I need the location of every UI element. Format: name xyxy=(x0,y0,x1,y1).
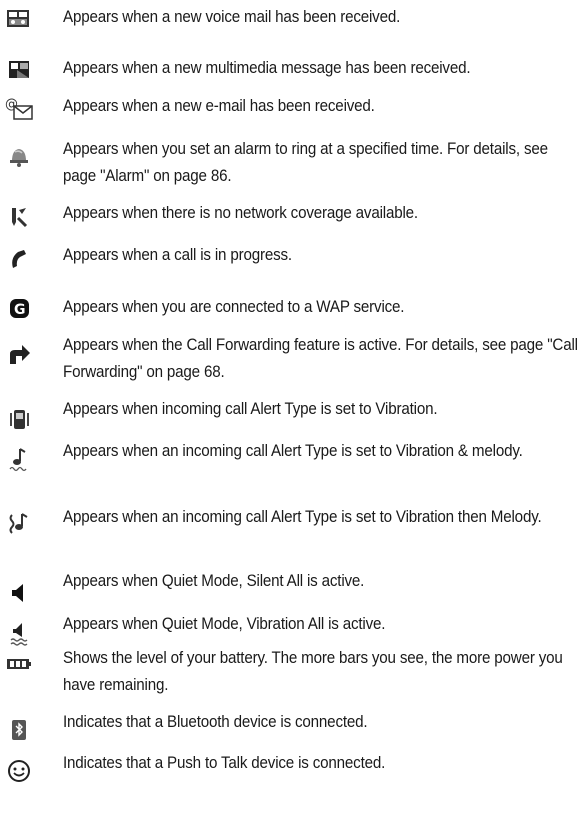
row-text: Appears when a call is in progress. xyxy=(63,246,292,264)
email-icon: @ xyxy=(4,95,34,121)
vibration-melody-icon xyxy=(4,446,34,472)
row-text: Appears when a new multimedia message ha… xyxy=(63,59,471,77)
row-text: Appears when the Call Forwarding feature… xyxy=(63,336,578,381)
row-text: Indicates that a Bluetooth device is con… xyxy=(63,713,368,731)
silent-all-icon xyxy=(4,580,34,606)
row-text: Indicates that a Push to Talk device is … xyxy=(63,754,386,772)
row-text: Appears when an incoming call Alert Type… xyxy=(63,508,542,526)
vibration-all-icon xyxy=(4,621,34,647)
svg-text:G: G xyxy=(14,302,26,318)
call-forwarding-icon xyxy=(4,342,34,368)
alarm-icon xyxy=(4,142,34,168)
row-text: Appears when Quiet Mode, Silent All is a… xyxy=(63,572,365,590)
battery-icon xyxy=(4,651,34,677)
row-text: Appears when Quiet Mode, Vibration All i… xyxy=(63,615,386,633)
multimedia-message-icon xyxy=(4,57,34,83)
row-text: Appears when an incoming call Alert Type… xyxy=(63,442,523,460)
no-network-icon xyxy=(4,204,34,230)
row-text: Appears when there is no network coverag… xyxy=(63,204,418,222)
row-text: Appears when a new voice mail has been r… xyxy=(63,8,401,26)
row-text: Appears when you set an alarm to ring at… xyxy=(63,140,548,185)
vibration-then-melody-icon xyxy=(4,510,34,536)
page: { "rows": [ {"icon": "voicemail-icon", "… xyxy=(0,0,582,825)
call-in-progress-icon xyxy=(4,246,34,272)
voicemail-icon xyxy=(4,6,34,32)
wap-connected-icon: G xyxy=(4,296,34,322)
row-text: Appears when a new e-mail has been recei… xyxy=(63,97,375,115)
row-text: Appears when you are connected to a WAP … xyxy=(63,298,405,316)
row-text: Appears when incoming call Alert Type is… xyxy=(63,400,438,418)
row-text: Shows the level of your battery. The mor… xyxy=(63,649,563,694)
bluetooth-icon xyxy=(4,717,34,743)
push-to-talk-icon xyxy=(4,758,34,784)
vibration-icon xyxy=(4,406,34,432)
